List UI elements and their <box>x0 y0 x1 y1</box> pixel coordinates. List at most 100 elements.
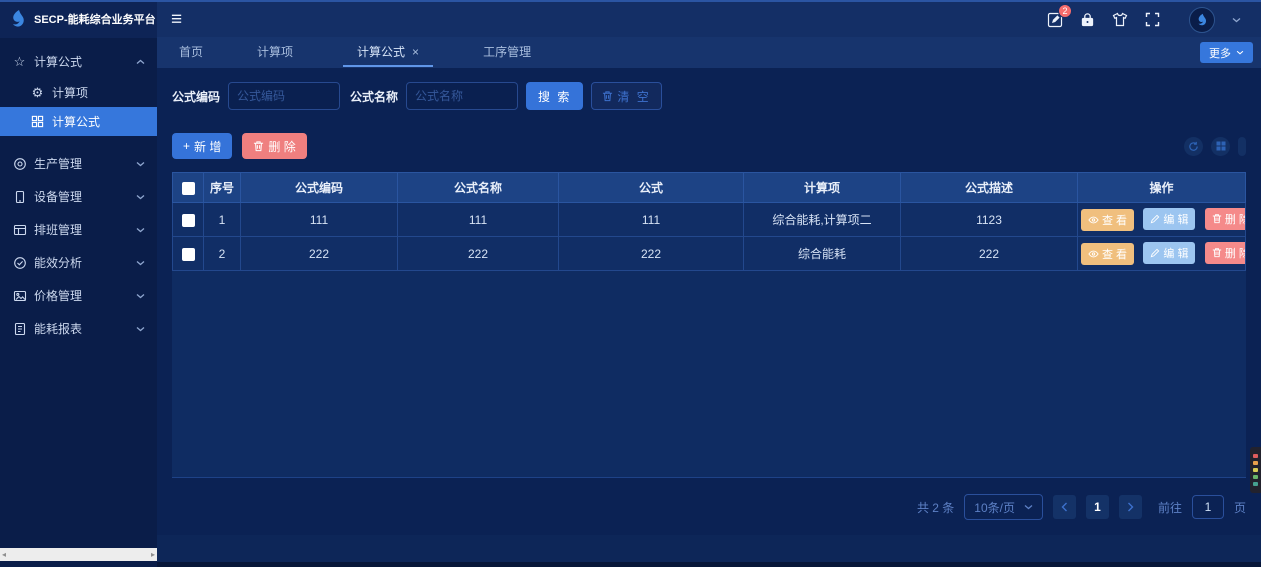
column-settings-icon[interactable] <box>1211 137 1230 156</box>
clear-button[interactable]: 清 空 <box>591 82 661 110</box>
table-row: 1 111 111 111 综合能耗,计算项二 1123 查 看 编 辑 删 除 <box>173 203 1246 237</box>
view-button[interactable]: 查 看 <box>1081 209 1134 231</box>
cell-index: 2 <box>204 237 241 271</box>
trash-icon <box>602 90 613 102</box>
hamburger-menu-icon[interactable]: ≡ <box>171 10 182 29</box>
chevron-down-icon <box>136 194 145 200</box>
sidebar-item-energy-report[interactable]: 能耗报表 <box>0 312 157 345</box>
data-table-container: 序号 公式编码 公式名称 公式 计算项 公式描述 操作 1 <box>172 172 1246 478</box>
formula-code-label: 公式编码 <box>172 88 220 105</box>
table-header-row: 序号 公式编码 公式名称 公式 计算项 公式描述 操作 <box>173 173 1246 203</box>
tab-process-mgmt[interactable]: 工序管理 <box>479 38 535 67</box>
row-delete-label: 删 除 <box>1225 245 1246 261</box>
search-button[interactable]: 搜 索 <box>526 82 583 110</box>
row-delete-button[interactable]: 删 除 <box>1205 242 1246 264</box>
sidebar-horizontal-scrollbar[interactable]: ◂ ▸ <box>0 548 157 561</box>
sidebar-item-label: 计算公式 <box>52 113 100 130</box>
fullscreen-icon[interactable] <box>1145 12 1160 27</box>
cell-formula: 222 <box>559 237 744 271</box>
sidebar-item-efficiency[interactable]: 能效分析 <box>0 246 157 279</box>
formula-name-input[interactable] <box>406 82 518 110</box>
message-edit-icon[interactable]: 2 <box>1047 12 1063 28</box>
col-name: 公式名称 <box>398 173 559 203</box>
filter-form: 公式编码 公式名称 搜 索 清 空 <box>172 82 1246 110</box>
app-logo: SECP-能耗综合业务平台 <box>0 0 157 38</box>
tab-calc-item[interactable]: 计算项 <box>253 38 297 67</box>
chevron-down-icon <box>136 161 145 167</box>
tab-label: 工序管理 <box>483 43 531 60</box>
table-row: 2 222 222 222 综合能耗 222 查 看 编 辑 删 除 <box>173 237 1246 271</box>
user-avatar[interactable] <box>1189 7 1215 33</box>
sidebar-item-production[interactable]: 生产管理 <box>0 147 157 180</box>
formula-table: 序号 公式编码 公式名称 公式 计算项 公式描述 操作 1 <box>172 172 1246 271</box>
tab-close-icon[interactable]: × <box>412 45 419 59</box>
current-page[interactable]: 1 <box>1086 495 1109 519</box>
pagination-total: 共 2 条 <box>917 499 954 516</box>
chevron-down-icon <box>136 293 145 299</box>
cell-index: 1 <box>204 203 241 237</box>
sidebar-item-calc-formula[interactable]: 计算公式 <box>0 107 157 136</box>
sidebar-group-label: 计算公式 <box>34 53 82 70</box>
chevron-down-icon <box>1236 50 1244 55</box>
col-formula: 公式 <box>559 173 744 203</box>
row-checkbox[interactable] <box>182 248 195 261</box>
floating-color-palette-widget[interactable] <box>1250 447 1261 493</box>
page-footer-strip <box>157 535 1261 562</box>
refresh-icon[interactable] <box>1184 137 1203 156</box>
chevron-down-icon <box>136 326 145 332</box>
sidebar-item-calc-item[interactable]: ⚙ 计算项 <box>0 78 157 107</box>
check-circle-icon <box>12 256 27 270</box>
sidebar-item-calc-formula-group[interactable]: ☆ 计算公式 <box>0 45 157 78</box>
tab-calc-formula[interactable]: 计算公式 × <box>343 38 433 67</box>
select-all-checkbox[interactable] <box>182 182 195 195</box>
eye-icon <box>1088 216 1099 224</box>
cell-actions: 查 看 编 辑 删 除 <box>1078 237 1246 271</box>
add-button[interactable]: + 新 增 <box>172 133 232 159</box>
sidebar-item-label: 价格管理 <box>34 287 82 304</box>
goto-suffix: 页 <box>1234 499 1246 516</box>
row-checkbox[interactable] <box>182 214 195 227</box>
sidebar-item-label: 设备管理 <box>34 188 82 205</box>
row-delete-button[interactable]: 删 除 <box>1205 208 1246 230</box>
prev-page-button[interactable] <box>1053 495 1076 519</box>
tab-label: 首页 <box>179 43 203 60</box>
panel-handle[interactable] <box>1238 137 1246 156</box>
plus-icon: + <box>183 139 190 153</box>
col-index: 序号 <box>204 173 241 203</box>
page-size-select[interactable]: 10条/页 <box>964 494 1043 520</box>
scroll-left-icon[interactable]: ◂ <box>2 551 6 559</box>
view-label: 查 看 <box>1102 246 1127 262</box>
sidebar-item-pricing[interactable]: 价格管理 <box>0 279 157 312</box>
shirt-theme-icon[interactable] <box>1112 12 1128 27</box>
scroll-right-icon[interactable]: ▸ <box>151 551 155 559</box>
cell-description: 1123 <box>901 203 1078 237</box>
sidebar: SECP-能耗综合业务平台 ☆ 计算公式 ⚙ 计算项 计算公式 <box>0 0 157 567</box>
delete-button[interactable]: 删 除 <box>242 133 306 159</box>
add-label: 新 增 <box>194 138 221 155</box>
goto-page-input[interactable] <box>1192 495 1224 519</box>
edit-label: 编 辑 <box>1163 245 1188 261</box>
tab-label: 计算公式 <box>357 43 405 60</box>
content-panel: 公式编码 公式名称 搜 索 清 空 + 新 增 删 除 <box>157 68 1261 535</box>
view-button[interactable]: 查 看 <box>1081 243 1134 265</box>
sidebar-nav: ☆ 计算公式 ⚙ 计算项 计算公式 生产管理 <box>0 38 157 345</box>
tab-home[interactable]: 首页 <box>175 38 207 67</box>
sidebar-item-equipment[interactable]: 设备管理 <box>0 180 157 213</box>
cell-description: 222 <box>901 237 1078 271</box>
formula-code-input[interactable] <box>228 82 340 110</box>
next-page-button[interactable] <box>1119 495 1142 519</box>
edit-button[interactable]: 编 辑 <box>1143 208 1195 230</box>
schedule-board-icon <box>12 223 27 237</box>
sidebar-item-scheduling[interactable]: 排班管理 <box>0 213 157 246</box>
cell-code: 111 <box>241 203 398 237</box>
pagination: 共 2 条 10条/页 1 前往 页 <box>172 494 1246 520</box>
chevron-down-icon <box>136 260 145 266</box>
edit-button[interactable]: 编 辑 <box>1143 242 1195 264</box>
palette-green-dot <box>1253 475 1258 479</box>
col-description: 公式描述 <box>901 173 1078 203</box>
user-menu-chevron-icon[interactable] <box>1232 17 1241 23</box>
sidebar-item-label: 能效分析 <box>34 254 82 271</box>
more-tabs-button[interactable]: 更多 <box>1200 42 1253 63</box>
chevron-down-icon <box>136 227 145 233</box>
lock-icon[interactable] <box>1080 12 1095 27</box>
